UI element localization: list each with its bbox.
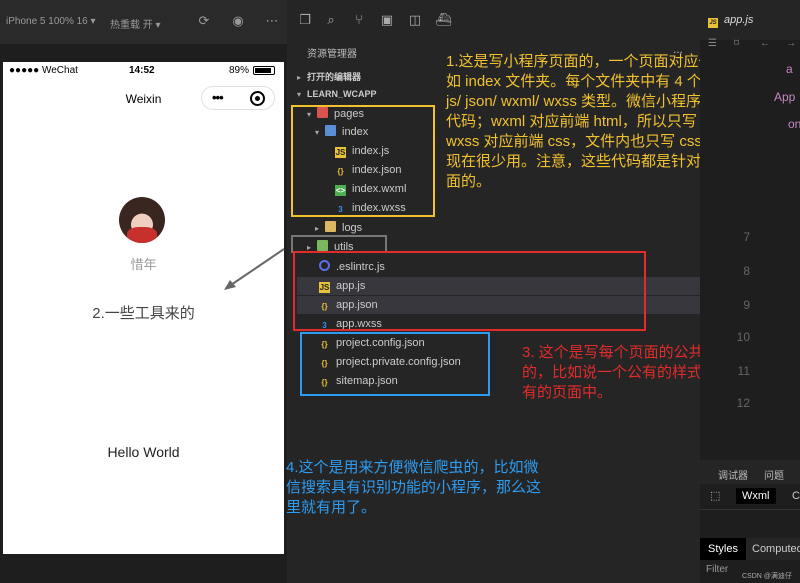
carrier-label: ●●●●● WeChat	[9, 65, 78, 76]
forward-arrow-icon[interactable]: →	[786, 38, 796, 49]
hello-text: Hello World	[107, 444, 180, 460]
filter-input[interactable]: Filter	[706, 564, 728, 575]
styles-tabbar: Styles Computed	[700, 538, 800, 560]
editor-tab-app-js[interactable]: JS app.js	[708, 14, 753, 28]
line-number: 11	[737, 364, 750, 378]
back-arrow-icon[interactable]: ←	[760, 38, 770, 49]
tab-computed[interactable]: Computed	[752, 538, 800, 560]
refresh-icon[interactable]: ⟳	[196, 13, 212, 29]
annotation-4: 4.这个是用来方便微信爬虫的，比如微信搜索具有识别功能的小程序，那么这里就有用了…	[286, 459, 542, 516]
highlight-box-pages	[291, 105, 435, 217]
source-control-icon[interactable]: ⑂	[351, 12, 367, 28]
list-icon[interactable]: ☰	[708, 38, 717, 49]
line-number: 8	[743, 264, 750, 278]
editor-tabbar: JS app.js	[700, 0, 800, 40]
code-fragment: App	[774, 90, 796, 104]
more-icon[interactable]: ⋯	[264, 13, 280, 29]
inspect-icon[interactable]: ⬚	[710, 489, 720, 502]
capsule-menu[interactable]: •••	[201, 86, 275, 110]
code-fragment: on	[788, 117, 800, 131]
highlight-box-config	[300, 332, 490, 396]
editor-toolbar: ☰ ⌑ ← →	[700, 38, 800, 52]
clock: 14:52	[129, 65, 155, 76]
line-number: 7	[743, 230, 750, 244]
device-selector[interactable]: iPhone 5 100% 16 ▾	[6, 16, 96, 27]
tab-wxml[interactable]: Wxml	[736, 488, 776, 504]
annotation-2: 2.一些工具来的	[92, 305, 195, 322]
status-bar: ●●●●● WeChat 14:52 89%	[3, 62, 284, 80]
activity-bar: ❐ ⌕ ⑂ ▣ ◫ ⛴	[287, 0, 700, 40]
close-target-icon[interactable]	[250, 91, 265, 106]
folder-icon	[325, 221, 336, 232]
tab-debugger[interactable]: 调试器	[718, 467, 748, 482]
line-number: 9	[743, 298, 750, 312]
avatar	[119, 197, 165, 243]
code-fragment: a	[786, 62, 793, 76]
open-editors-section[interactable]: ▸ 打开的编辑器	[297, 70, 361, 83]
bookmark-icon[interactable]: ⌑	[734, 38, 739, 49]
stop-icon[interactable]: ◉	[230, 13, 246, 29]
docker-icon[interactable]: ⛴	[435, 12, 452, 28]
devtools-subtabs: ⬚ Wxml C	[700, 484, 800, 510]
explorer-title: 资源管理器	[307, 49, 357, 60]
search-icon[interactable]: ⌕	[323, 12, 339, 28]
watermark-credit: CSDN @满迪仔	[742, 573, 792, 580]
extensions-icon[interactable]: ◫	[407, 12, 423, 28]
tab-next[interactable]: C	[792, 490, 800, 502]
hot-reload-toggle[interactable]: 热重载 开 ▾	[110, 16, 161, 31]
line-number: 12	[736, 396, 750, 410]
simulator-toolbar: iPhone 5 100% 16 ▾ 热重载 开 ▾ ⟳ ◉ ⋯	[0, 0, 287, 44]
project-section[interactable]: ▾ LEARN_WCAPP	[297, 89, 377, 99]
line-number: 10	[736, 330, 750, 344]
battery-icon	[253, 66, 275, 75]
battery-percent: 89%	[229, 65, 250, 76]
debug-icon[interactable]: ▣	[379, 12, 395, 28]
phone-simulator: ●●●●● WeChat 14:52 89% Weixin ••• 惜年 2.一…	[3, 62, 284, 554]
tab-issues[interactable]: 问题	[764, 467, 784, 482]
screenshot-root: iPhone 5 100% 16 ▾ 热重载 开 ▾ ⟳ ◉ ⋯ ●●●●● W…	[0, 0, 800, 583]
pointer-arrow-icon	[224, 248, 285, 290]
menu-dots-icon[interactable]: •••	[212, 90, 224, 105]
devtools-panel: 调试器 问题 ⬚ Wxml C Styles Computed Filter	[700, 460, 800, 583]
highlight-box-app	[293, 251, 646, 331]
tab-styles[interactable]: Styles	[700, 538, 746, 560]
js-file-icon: JS	[708, 18, 718, 28]
files-icon[interactable]: ❐	[297, 12, 313, 28]
devtools-tabs: 调试器 问题	[700, 460, 800, 484]
